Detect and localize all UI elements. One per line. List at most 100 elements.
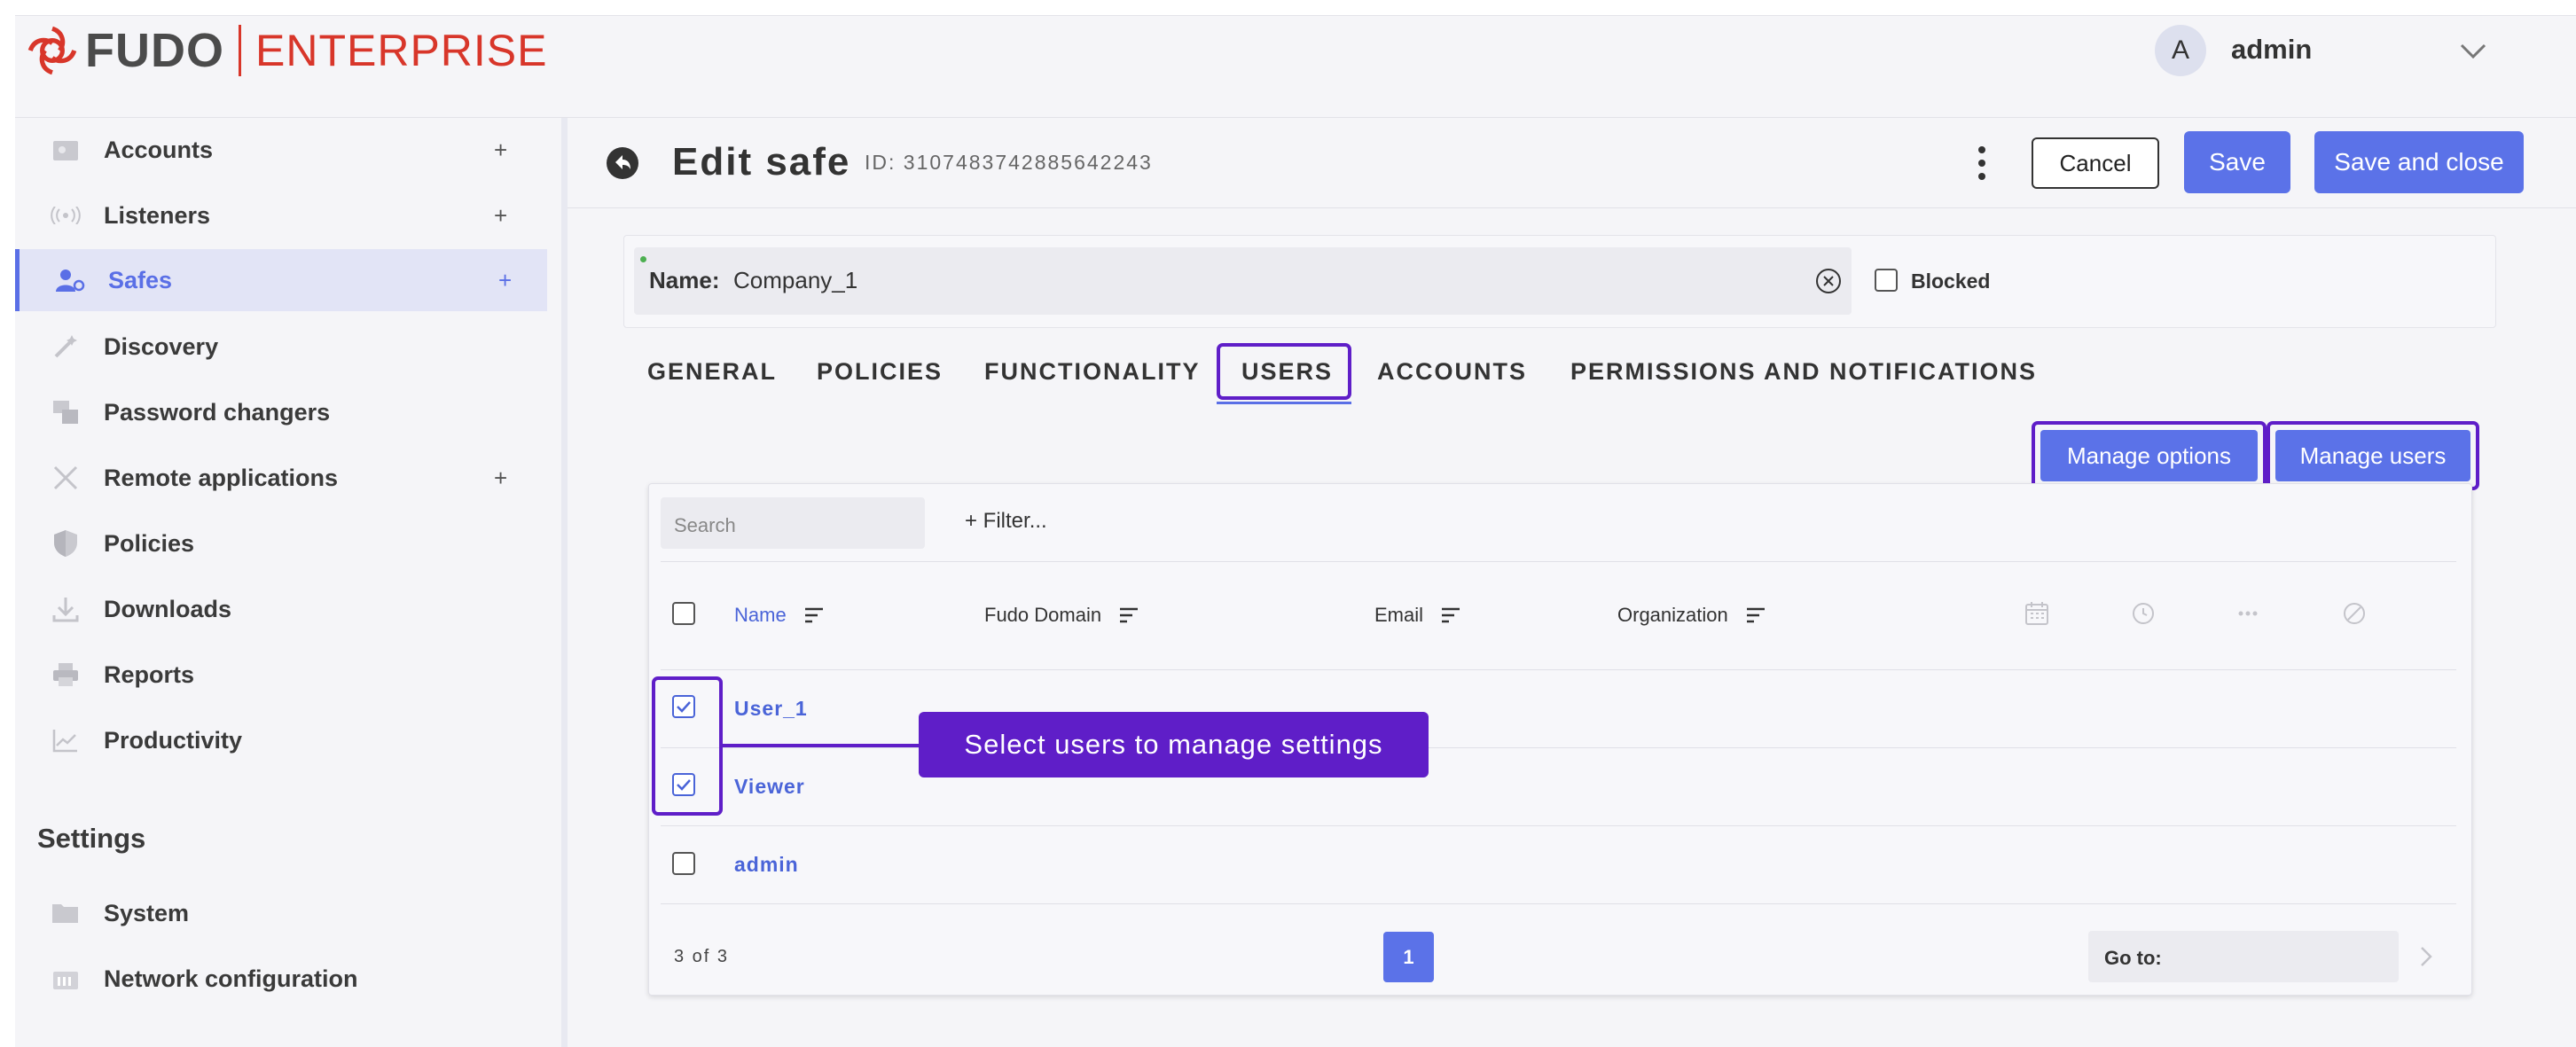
fudo-logo[interactable]: FUDO ENTERPRISE (25, 20, 548, 82)
checkbox-highlight (652, 676, 723, 816)
chevron-right-icon[interactable] (2414, 944, 2439, 969)
sidebar-item-network-configuration[interactable]: Network configuration (15, 948, 547, 1010)
settings-heading: Settings (37, 823, 146, 854)
select-all-checkbox[interactable] (672, 602, 695, 625)
blocked-checkbox[interactable] (1875, 269, 1898, 292)
download-icon (51, 594, 81, 624)
discovery-icon (51, 332, 81, 362)
user-name-link[interactable]: User_1 (734, 697, 808, 721)
user-name-link[interactable]: admin (734, 853, 799, 877)
avatar[interactable]: A (2155, 25, 2206, 76)
callout-tooltip: Select users to manage settings (919, 712, 1429, 777)
printer-icon (51, 660, 81, 690)
tab-permissions-and-notifications[interactable]: PERMISSIONS AND NOTIFICATIONS (1570, 358, 2037, 386)
add-listener-button[interactable]: + (494, 202, 507, 230)
column-header-fudo-domain[interactable]: Fudo Domain (984, 604, 1139, 627)
brand-name: FUDO (85, 24, 224, 77)
filter-button[interactable]: + Filter... (965, 509, 1047, 534)
manage-options-button[interactable]: Manage options (2040, 430, 2258, 481)
product-name: ENTERPRISE (254, 26, 548, 75)
sidebar-item-system[interactable]: System (15, 882, 547, 944)
page-button[interactable]: 1 (1383, 932, 1434, 982)
divider (661, 669, 2456, 670)
save-button[interactable]: Save (2184, 131, 2290, 193)
go-to-page-input[interactable]: Go to: (2088, 931, 2399, 982)
sidebar-item-label: System (104, 899, 190, 926)
save-and-close-button[interactable]: Save and close (2314, 131, 2524, 193)
more-options-icon[interactable] (1967, 142, 1997, 184)
sort-icon[interactable] (1119, 607, 1139, 623)
column-label: Organization (1617, 604, 1728, 626)
sidebar-item-label: Password changers (104, 398, 331, 426)
required-indicator (640, 256, 646, 262)
sidebar-item-label: Listeners (104, 201, 211, 229)
sidebar-item-safes[interactable]: Safes + (15, 249, 547, 311)
divider (661, 825, 2456, 826)
divider (661, 903, 2456, 904)
sidebar-item-productivity[interactable]: Productivity (15, 709, 547, 771)
blocked-icon[interactable] (2341, 600, 2368, 627)
column-header-name[interactable]: Name (734, 604, 824, 627)
clock-icon[interactable] (2130, 600, 2157, 627)
sidebar-item-discovery[interactable]: Discovery (15, 316, 547, 378)
sidebar-item-label: Remote applications (104, 464, 339, 491)
username[interactable]: admin (2231, 34, 2312, 66)
network-icon (51, 964, 81, 994)
add-remote-application-button[interactable]: + (494, 465, 507, 492)
back-icon[interactable] (606, 146, 639, 180)
name-label: Name: (649, 267, 720, 293)
sort-icon[interactable] (804, 607, 824, 623)
sidebar-divider (561, 118, 568, 1047)
blocked-label: Blocked (1911, 270, 1991, 293)
sidebar-item-label: Reports (104, 660, 195, 688)
sidebar-item-remote-applications[interactable]: Remote applications + (15, 447, 547, 509)
tab-functionality[interactable]: FUNCTIONALITY (984, 358, 1200, 386)
accounts-icon (51, 135, 81, 165)
sidebar-item-label: Productivity (104, 726, 243, 754)
tab-general[interactable]: GENERAL (647, 358, 777, 386)
calendar-icon[interactable] (2024, 600, 2050, 627)
sidebar-item-label: Accounts (104, 136, 214, 163)
add-account-button[interactable]: + (494, 137, 507, 164)
chart-icon (51, 725, 81, 755)
active-tab-indicator (1217, 402, 1351, 404)
chevron-down-icon[interactable] (2458, 35, 2488, 66)
column-header-organization[interactable]: Organization (1617, 604, 1766, 627)
sidebar-item-policies[interactable]: Policies (15, 512, 547, 574)
search-input[interactable]: Search (661, 497, 925, 549)
sidebar-item-reports[interactable]: Reports (15, 644, 547, 706)
row-checkbox-admin[interactable] (672, 852, 695, 875)
sidebar-item-label: Safes (108, 266, 173, 293)
column-header-email[interactable]: Email (1374, 604, 1460, 627)
safe-id: ID: 3107483742885642243 (865, 151, 1153, 174)
ellipsis-icon[interactable] (2235, 600, 2261, 627)
fudo-logo-icon (27, 26, 77, 75)
clear-icon[interactable] (1814, 267, 1843, 295)
sidebar-item-label: Discovery (104, 332, 219, 360)
user-name-link[interactable]: Viewer (734, 775, 805, 799)
column-label: Name (734, 604, 787, 626)
safes-icon (55, 265, 85, 295)
name-value[interactable]: Company_1 (733, 267, 857, 294)
tab-accounts[interactable]: ACCOUNTS (1377, 358, 1527, 386)
tab-highlight (1217, 343, 1351, 400)
add-safe-button[interactable]: + (498, 267, 512, 294)
manage-users-button[interactable]: Manage users (2275, 430, 2470, 481)
sidebar-item-password-changers[interactable]: Password changers (15, 381, 547, 443)
listeners-icon (51, 200, 81, 230)
shield-icon (51, 528, 81, 559)
sidebar-item-downloads[interactable]: Downloads (15, 578, 547, 640)
logo-separator (238, 25, 241, 76)
sort-icon[interactable] (1746, 607, 1766, 623)
sidebar-item-label: Downloads (104, 595, 232, 622)
sidebar-item-label: Policies (104, 529, 195, 557)
cancel-button[interactable]: Cancel (2032, 137, 2159, 189)
sidebar-item-accounts[interactable]: Accounts + (15, 119, 547, 181)
sidebar-item-label: Network configuration (104, 965, 358, 992)
sort-icon[interactable] (1441, 607, 1460, 623)
password-changers-icon (51, 397, 81, 427)
record-count: 3 of 3 (674, 947, 730, 966)
sidebar-item-listeners[interactable]: Listeners + (15, 184, 547, 246)
tab-policies[interactable]: POLICIES (817, 358, 943, 386)
column-label: Fudo Domain (984, 604, 1102, 626)
